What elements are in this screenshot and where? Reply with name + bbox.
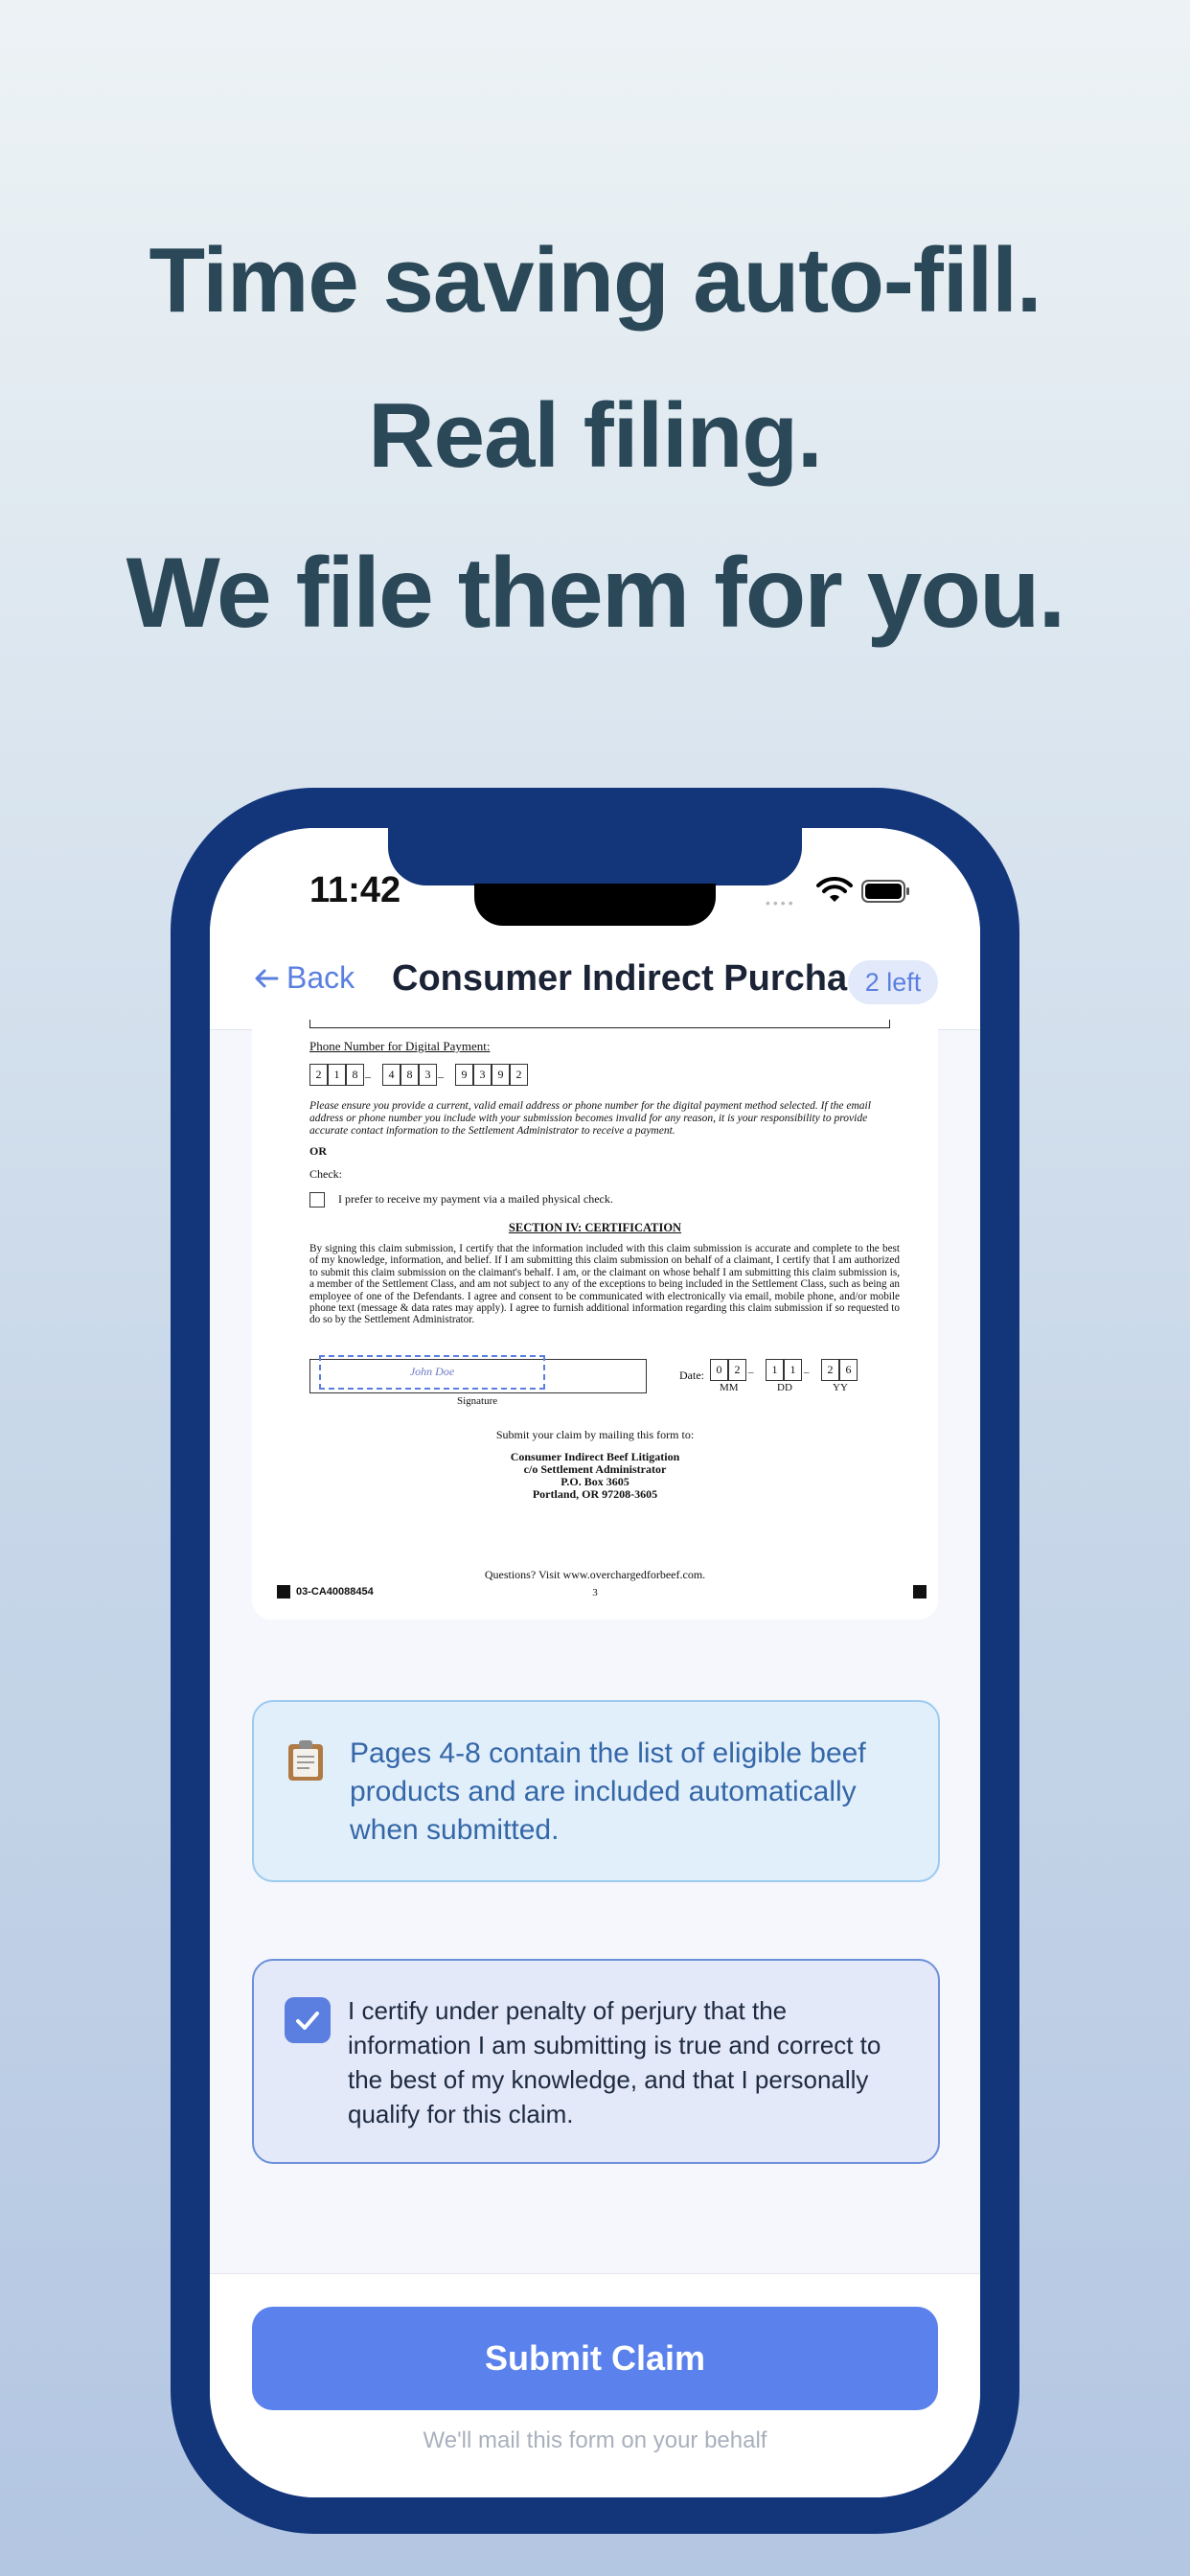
claim-code-text: 03-CA40088454 — [296, 1586, 374, 1598]
date-label: Date: — [679, 1368, 704, 1382]
date-mm: 0 2 — [710, 1359, 746, 1381]
date-yy-label: YY — [833, 1382, 848, 1393]
digit-box: 9 — [492, 1064, 510, 1086]
headline-line-1: Time saving auto-fill. — [149, 229, 1041, 332]
mail-instruction: Submit your claim by mailing this form t… — [495, 1428, 695, 1441]
digit-box: 9 — [455, 1064, 473, 1086]
phone-group-2: 4 8 3 — [382, 1064, 437, 1086]
digit-box: 8 — [346, 1064, 364, 1086]
bottom-action-bar: Submit Claim We'll mail this form on you… — [210, 2273, 980, 2497]
dynamic-island — [474, 884, 716, 926]
date-mm-label: MM — [720, 1382, 739, 1393]
date-dash: – — [748, 1367, 754, 1378]
submit-note: We'll mail this form on your behalf — [423, 2427, 767, 2453]
digit-box: 2 — [510, 1064, 528, 1086]
page-title: Consumer Indirect Purcha... — [392, 958, 878, 999]
remaining-badge: 2 left — [848, 960, 938, 1004]
certify-text: I certify under penalty of perjury that … — [348, 1996, 881, 2128]
digit-box: 3 — [473, 1064, 492, 1086]
signature-field[interactable]: John Doe — [319, 1355, 545, 1390]
address-line: Portland, OR 97208-3605 — [532, 1487, 658, 1501]
digit-box: 0 — [710, 1359, 728, 1381]
digit-box: 1 — [328, 1064, 346, 1086]
certification-body: By signing this claim submission, I cert… — [309, 1243, 900, 1326]
phone-screen: 11:42 •••• Back Consumer Indirect Purcha… — [210, 828, 980, 2497]
phone-dash: – — [438, 1070, 444, 1083]
digit-box: 4 — [382, 1064, 400, 1086]
date-dash: – — [804, 1367, 810, 1378]
phone-label: Phone Number for Digital Payment: — [309, 1039, 491, 1053]
certify-card[interactable]: I certify under penalty of perjury that … — [252, 1959, 940, 2164]
registration-mark-right — [913, 1585, 927, 1598]
signal-dots: •••• — [766, 895, 796, 910]
signature-label: Signature — [457, 1395, 498, 1407]
digit-box: 1 — [766, 1359, 784, 1381]
back-button[interactable]: Back — [252, 960, 355, 996]
email-boxes-row — [309, 1020, 890, 1028]
headline-line-3: We file them for you. — [126, 538, 1066, 649]
claim-code: 03-CA40088454 — [277, 1585, 374, 1598]
phone-group-1: 2 1 8 — [309, 1064, 364, 1086]
digit-box: 2 — [728, 1359, 746, 1381]
info-text: Pages 4-8 contain the list of eligible b… — [350, 1737, 866, 1846]
digit-box: 3 — [419, 1064, 437, 1086]
headline-line-2: Real filing. — [368, 384, 822, 487]
arrow-left-icon — [255, 969, 279, 987]
date-dd-label: DD — [777, 1382, 792, 1393]
mailed-check-checkbox[interactable] — [309, 1192, 325, 1208]
back-label: Back — [286, 960, 355, 995]
submit-claim-button[interactable]: Submit Claim — [252, 2307, 938, 2410]
battery-icon — [861, 880, 909, 903]
or-label: OR — [309, 1144, 327, 1158]
phone-group-3: 9 3 9 2 — [455, 1064, 528, 1086]
wifi-icon — [816, 876, 853, 902]
phone-notch — [388, 828, 802, 886]
info-card: Pages 4-8 contain the list of eligible b… — [252, 1700, 940, 1882]
mailing-address: Consumer Indirect Beef Litigation c/o Se… — [252, 1451, 938, 1501]
date-dd: 1 1 — [766, 1359, 802, 1381]
digit-box: 8 — [400, 1064, 419, 1086]
questions-line: Questions? Visit www.overchargedforbeef.… — [484, 1568, 706, 1581]
email-notice: Please ensure you provide a current, val… — [309, 1100, 871, 1137]
mailed-check-option: I prefer to receive my payment via a mai… — [338, 1192, 613, 1206]
nav-bar: Back Consumer Indirect Purcha... 2 left — [210, 933, 980, 1030]
date-yy: 2 6 — [821, 1359, 858, 1381]
clipboard-icon — [288, 1740, 323, 1781]
section-title: SECTION IV: CERTIFICATION — [508, 1221, 682, 1234]
digit-box: 6 — [839, 1359, 858, 1381]
phone-dash: – — [365, 1070, 371, 1083]
document-page[interactable]: Phone Number for Digital Payment: 2 1 8 … — [252, 1020, 938, 1620]
checkmark-icon — [296, 2012, 319, 2030]
certify-checkbox[interactable] — [285, 1997, 331, 2043]
status-time: 11:42 — [309, 870, 401, 910]
check-label: Check: — [309, 1167, 342, 1181]
digit-box: 2 — [821, 1359, 839, 1381]
digit-box: 2 — [309, 1064, 328, 1086]
digit-box: 1 — [784, 1359, 802, 1381]
registration-mark-left — [277, 1585, 290, 1598]
